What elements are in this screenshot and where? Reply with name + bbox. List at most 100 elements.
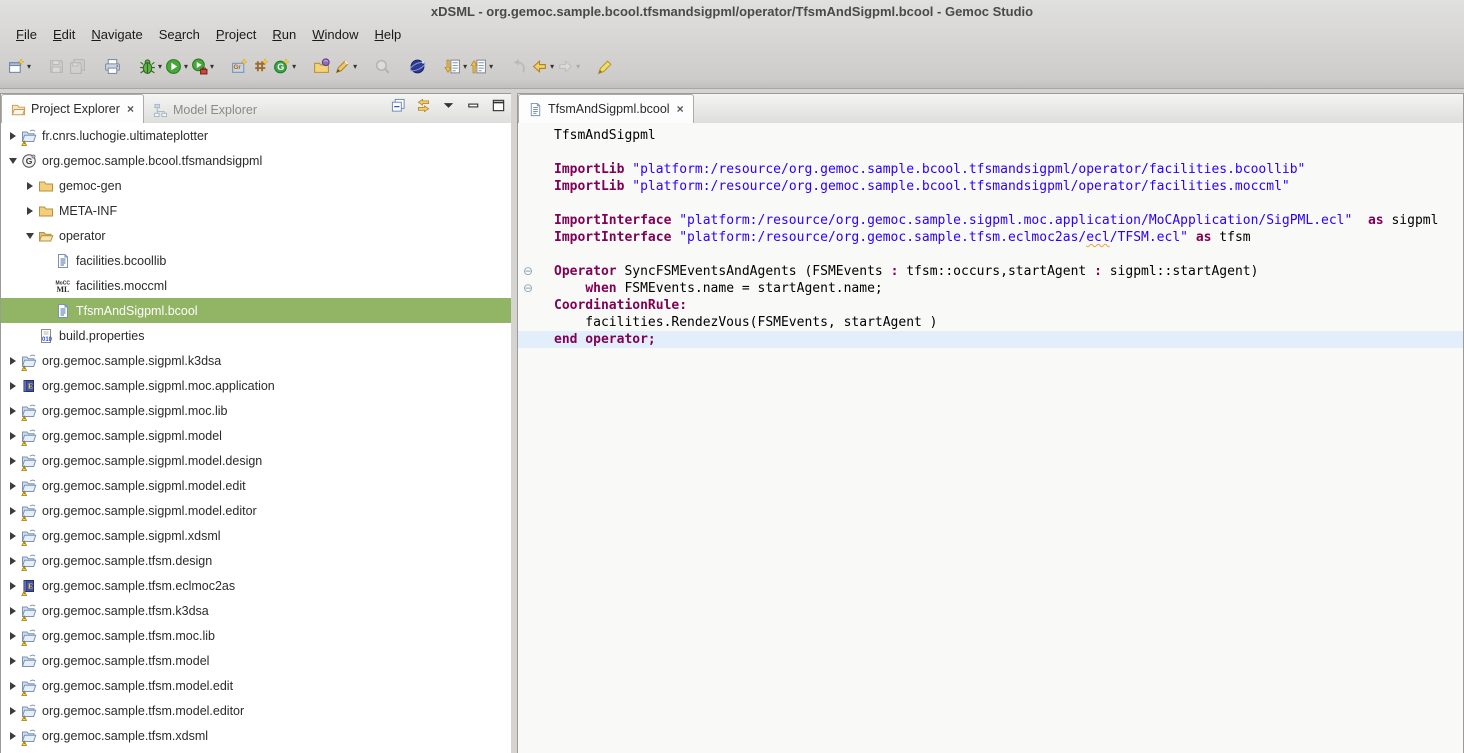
chevron-collapsed-icon[interactable] [5, 657, 21, 665]
new-wizard-button-dropdown-icon[interactable]: ▾ [27, 62, 31, 71]
close-icon[interactable]: × [127, 102, 134, 116]
code-line[interactable]: TfsmAndSigpml [518, 127, 1463, 144]
tree-row[interactable]: Gorg.gemoc.sample.bcool.tfsmandsigpml [1, 148, 512, 173]
code-line[interactable]: ⊖Operator SyncFSMEventsAndAgents (FSMEve… [518, 263, 1463, 280]
print-button[interactable] [102, 50, 123, 82]
tree-row[interactable]: org.gemoc.sample.tfsm.k3dsa [1, 598, 512, 623]
gemoc-launch-button-dropdown-icon[interactable]: ▾ [292, 62, 296, 71]
code-line[interactable]: end operator; [518, 331, 1463, 348]
code-line[interactable]: ⊖ when FSMEvents.name = startAgent.name; [518, 280, 1463, 297]
run-button[interactable] [163, 50, 184, 82]
chevron-expanded-icon[interactable] [22, 233, 38, 239]
debug-button-dropdown-icon[interactable]: ▾ [158, 62, 162, 71]
open-web-browser-button[interactable] [407, 50, 428, 82]
menu-search[interactable]: Search [151, 24, 208, 46]
code-line[interactable]: ImportInterface "platform:/resource/org.… [518, 212, 1463, 229]
tab-model-explorer[interactable]: Model Explorer [144, 96, 266, 124]
menu-window[interactable]: Window [304, 24, 366, 46]
folder-open-icon [38, 228, 55, 244]
annotation-marker-button[interactable] [332, 50, 353, 82]
gutter [518, 229, 554, 246]
tree-row[interactable]: org.gemoc.sample.sigpml.k3dsa [1, 348, 512, 373]
close-icon[interactable]: × [677, 102, 684, 116]
code-line[interactable]: ImportLib "platform:/resource/org.gemoc.… [518, 161, 1463, 178]
chevron-collapsed-icon[interactable] [22, 182, 38, 190]
project-icon [21, 353, 38, 369]
tree-row[interactable]: 010build.properties [1, 323, 512, 348]
gemoc-project-icon: G [21, 153, 38, 169]
next-annotation-button-dropdown-icon[interactable]: ▾ [463, 62, 467, 71]
tree-row[interactable]: org.gemoc.sample.sigpml.model.design [1, 448, 512, 473]
tree-row[interactable]: org.gemoc.sample.tfsm.model.edit [1, 673, 512, 698]
new-graphiti-diagram-button[interactable]: Gr [229, 50, 250, 82]
tree-row[interactable]: META-INF [1, 198, 512, 223]
menu-run[interactable]: Run [264, 24, 304, 46]
tree-row[interactable]: org.gemoc.sample.sigpml.model.editor [1, 498, 512, 523]
tree-row[interactable]: facilities.bcoollib [1, 248, 512, 273]
tree-row[interactable]: org.gemoc.sample.tfsm.model [1, 648, 512, 673]
menu-navigate[interactable]: Navigate [83, 24, 150, 46]
gemoc-launch-button[interactable]: G [271, 50, 292, 82]
tree-row[interactable]: operator [1, 223, 512, 248]
menu-project[interactable]: Project [208, 24, 264, 46]
tree-row[interactable]: Eorg.gemoc.sample.tfsm.eclmoc2as [1, 573, 512, 598]
fold-marker-icon[interactable]: ⊖ [518, 263, 554, 280]
tree-row[interactable]: MoCCMLfacilities.moccml [1, 273, 512, 298]
tree-row[interactable]: org.gemoc.sample.tfsm.moc.lib [1, 623, 512, 648]
minimize-icon[interactable] [466, 98, 481, 113]
tree-row[interactable]: Eorg.gemoc.sample.sigpml.moc.application [1, 373, 512, 398]
menu-edit[interactable]: Edit [45, 24, 83, 46]
tab-project-explorer[interactable]: Project Explorer × [1, 94, 144, 124]
code-editor[interactable]: TfsmAndSigpml ImportLib "platform:/resour… [518, 123, 1463, 753]
code-line[interactable]: CoordinationRule: [518, 297, 1463, 314]
tree-row[interactable]: TfsmAndSigpml.bcool [1, 298, 512, 323]
tree-item-label: META-INF [59, 204, 123, 218]
project-icon [21, 128, 38, 144]
book-icon: E [21, 378, 38, 394]
project-icon [21, 503, 38, 519]
previous-annotation-button[interactable] [468, 50, 489, 82]
project-icon [21, 603, 38, 619]
new-wizard-button[interactable] [6, 50, 27, 82]
tree-row[interactable]: gemoc-gen [1, 173, 512, 198]
view-menu-icon[interactable] [441, 98, 456, 113]
tree-row[interactable]: org.gemoc.sample.sigpml.moc.lib [1, 398, 512, 423]
run-button-dropdown-icon[interactable]: ▾ [184, 62, 188, 71]
code-line[interactable]: ImportLib "platform:/resource/org.gemoc.… [518, 178, 1463, 195]
chevron-expanded-icon[interactable] [5, 158, 21, 164]
tree-row[interactable]: org.gemoc.sample.sigpml.xdsml [1, 523, 512, 548]
tree-row[interactable]: fr.cnrs.luchogie.ultimateplotter [1, 123, 512, 148]
tree-row[interactable]: org.gemoc.sample.tfsm.design [1, 548, 512, 573]
new-ecore-diagram-button[interactable] [250, 50, 271, 82]
tree-row[interactable]: org.gemoc.sample.tfsm.model.editor [1, 698, 512, 723]
run-external-tools-button[interactable] [189, 50, 210, 82]
back-button-dropdown-icon[interactable]: ▾ [550, 62, 554, 71]
tree-row[interactable]: org.gemoc.sample.sigpml.model [1, 423, 512, 448]
previous-annotation-button-dropdown-icon[interactable]: ▾ [489, 62, 493, 71]
code-line[interactable] [518, 195, 1463, 212]
code-line[interactable]: facilities.RendezVous(FSMEvents, startAg… [518, 314, 1463, 331]
tree-row[interactable]: org.gemoc.sample.sigpml.model.edit [1, 473, 512, 498]
next-annotation-button[interactable] [442, 50, 463, 82]
fold-marker-icon[interactable]: ⊖ [518, 280, 554, 297]
code-line[interactable]: ImportInterface "platform:/resource/org.… [518, 229, 1463, 246]
run-external-tools-button-dropdown-icon[interactable]: ▾ [210, 62, 214, 71]
menu-file[interactable]: File [8, 24, 45, 46]
highlighter-button[interactable] [595, 50, 616, 82]
collapse-all-icon[interactable] [391, 98, 406, 113]
code-line[interactable] [518, 246, 1463, 263]
tree-row[interactable]: org.gemoc.sample.tfsm.xdsml [1, 723, 512, 748]
chevron-collapsed-icon[interactable] [22, 207, 38, 215]
maximize-icon[interactable] [491, 98, 506, 113]
tab-editor-tfsmandsigpml[interactable]: TfsmAndSigpml.bcool × [518, 94, 694, 124]
annotation-marker-button-dropdown-icon[interactable]: ▾ [353, 62, 357, 71]
link-with-editor-icon[interactable] [416, 98, 431, 113]
code-text: Operator SyncFSMEventsAndAgents (FSMEven… [554, 263, 1463, 280]
open-model-button[interactable] [311, 50, 332, 82]
project-icon [21, 678, 38, 694]
debug-button[interactable] [137, 50, 158, 82]
menu-help[interactable]: Help [366, 24, 409, 46]
code-line[interactable] [518, 144, 1463, 161]
back-button[interactable] [529, 50, 550, 82]
chevron-collapsed-icon[interactable] [5, 382, 21, 390]
